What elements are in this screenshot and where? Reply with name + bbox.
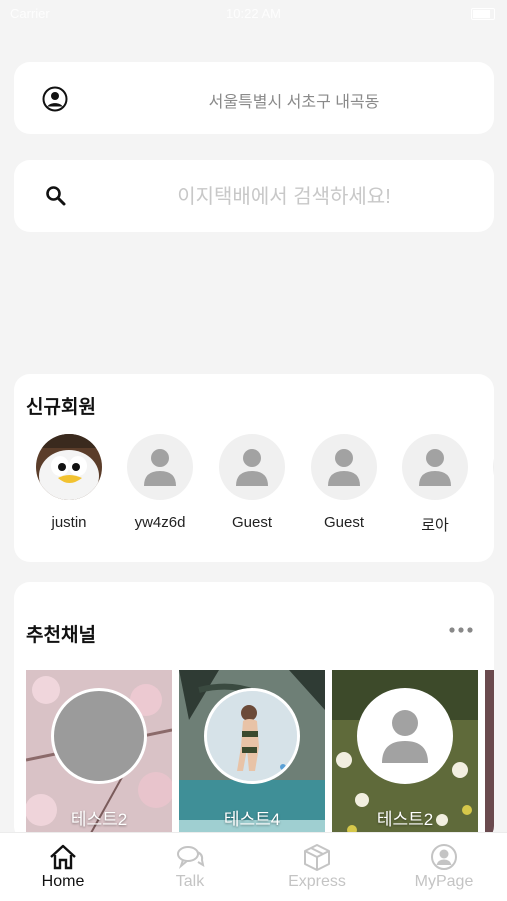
tab-label: Home [41,873,85,890]
tab-label: Express [288,873,346,890]
avatar[interactable] [36,434,102,500]
channel-card[interactable]: 테스트4 [179,670,325,842]
member-item[interactable]: Guest [304,434,384,539]
new-members-section: 신규회원 justin yw4z6d Guest Guest 로아 [14,374,494,562]
channel-thumbnail [51,688,147,784]
member-list[interactable]: justin yw4z6d Guest Guest 로아 [14,434,494,544]
channel-card[interactable] [485,670,494,842]
channel-thumbnail [204,688,300,784]
default-person-icon[interactable] [311,434,377,500]
member-name: Guest [323,514,365,531]
member-name: justin [51,514,87,531]
chat-icon[interactable] [175,843,205,871]
location-card[interactable]: 서울특별시 서초구 내곡동 [14,62,494,134]
default-person-icon[interactable] [127,434,193,500]
member-item[interactable]: 로아 [395,434,475,539]
channel-list[interactable]: 테스트2 테스트4 테스트2 [26,670,494,842]
home-icon[interactable] [48,843,78,871]
tab-label: Talk [175,873,205,890]
recommended-channels-section: 추천채널 테스트2 테스트4 테스트2 [14,582,494,842]
new-members-title: 신규회원 [26,397,96,418]
tab-express[interactable]: Express [254,833,380,901]
search-bar[interactable] [14,160,494,232]
channel-card[interactable]: 테스트2 [26,670,172,842]
bottom-tab-bar: Home Talk Express MyPage [0,832,507,901]
tab-mypage[interactable]: MyPage [381,833,507,901]
default-person-icon[interactable] [402,434,468,500]
channel-name: 테스트2 [376,810,434,829]
default-person-icon[interactable] [493,434,494,500]
member-name: 보 [480,514,494,535]
member-item[interactable]: yw4z6d [120,434,200,539]
member-name: Guest [231,514,273,531]
member-item[interactable]: justin [29,434,109,539]
status-bar: Carrier 10:22 AM [0,0,507,28]
location-text[interactable]: 서울특별시 서초구 내곡동 [164,88,424,112]
battery-icon [471,8,495,20]
member-name: yw4z6d [134,514,186,531]
box-icon[interactable] [302,843,332,871]
user-circle-icon[interactable] [42,86,68,112]
channel-name: 테스트4 [223,810,281,829]
more-dots-icon[interactable] [448,622,474,633]
default-person-icon [357,688,453,784]
member-name: 로아 [421,517,449,534]
search-input[interactable] [94,180,474,214]
person-icon[interactable] [429,843,459,871]
search-icon[interactable] [44,184,68,208]
channel-name: 테스트2 [70,810,128,829]
member-item[interactable]: 보 [486,434,494,539]
channels-title: 추천채널 [26,625,96,646]
member-item[interactable]: Guest [212,434,292,539]
tab-label: MyPage [414,873,474,890]
default-person-icon[interactable] [219,434,285,500]
status-time: 10:22 AM [226,6,281,21]
tab-talk[interactable]: Talk [127,833,253,901]
tab-home[interactable]: Home [0,833,126,901]
channel-card[interactable]: 테스트2 [332,670,478,842]
